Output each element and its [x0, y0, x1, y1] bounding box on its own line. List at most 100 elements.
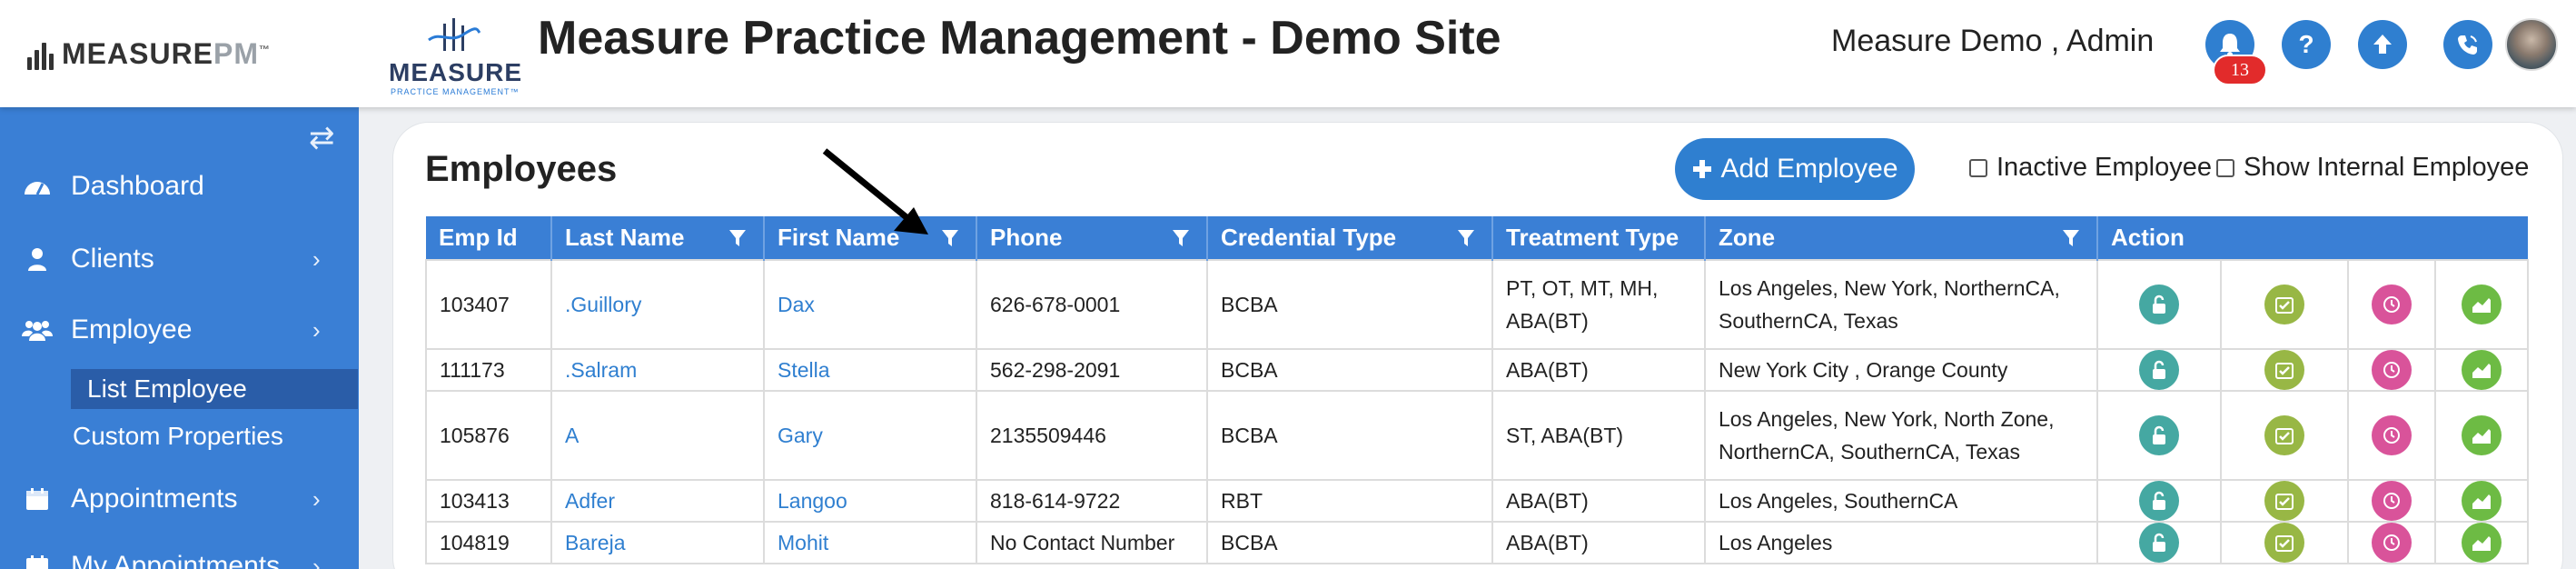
upload-button[interactable] — [2358, 20, 2407, 69]
zone-cell: Los Angeles, New York, North Zone, North… — [1704, 390, 2098, 481]
action-cell — [2096, 521, 2222, 564]
chart-icon[interactable] — [2462, 481, 2502, 521]
chart-icon[interactable] — [2462, 350, 2502, 390]
credential-cell: BCBA — [1206, 521, 1493, 564]
phone-cell: 626-678-0001 — [976, 259, 1208, 350]
sidebar-item-dashboard[interactable]: Dashboard — [0, 162, 359, 211]
user-icon — [22, 245, 53, 273]
column-header-phone[interactable]: Phone — [976, 216, 1208, 260]
table-row[interactable]: 103413 Adfer Langoo 818-614-9722 RBT ABA(BT) L… — [425, 479, 2530, 523]
table-row[interactable]: 111173 .Salram Stella 562-298-2091 BCBA ABA(B… — [425, 348, 2530, 392]
unlock-icon[interactable] — [2139, 415, 2179, 455]
checkbox-box[interactable] — [2216, 158, 2234, 177]
table-row[interactable]: 103407 .Guillory Dax 626-678-0001 BCBA PT, OT… — [425, 259, 2530, 350]
first-name-link[interactable]: Gary — [763, 390, 977, 481]
chart-icon[interactable] — [2462, 415, 2502, 455]
emp-id-cell: 105876 — [425, 390, 552, 481]
sidebar-item-my-appointments[interactable]: My Appointments › — [0, 542, 359, 569]
clock-icon[interactable] — [2372, 350, 2412, 390]
employees-table-body: 103407 .Guillory Dax 626-678-0001 BCBA PT, OT… — [425, 259, 2530, 564]
treatment-cell: ABA(BT) — [1491, 348, 1706, 392]
calendar-check-icon[interactable] — [2264, 415, 2304, 455]
chart-icon[interactable] — [2462, 523, 2502, 563]
emp-id-cell: 103407 — [425, 259, 552, 350]
table-row[interactable]: 105876 A Gary 2135509446 BCBA ST, ABA(BT) Los … — [425, 390, 2530, 481]
treatment-cell: ABA(BT) — [1491, 479, 1706, 523]
filter-icon[interactable] — [941, 228, 959, 248]
table-header-row: Emp Id Last Name First Name Phone Creden… — [426, 216, 2529, 260]
clock-icon[interactable] — [2372, 481, 2412, 521]
support-call-button[interactable] — [2443, 20, 2492, 69]
first-name-link[interactable]: Langoo — [763, 479, 977, 523]
user-name[interactable]: Measure Demo , Admin — [1831, 24, 2154, 59]
action-cell — [2433, 390, 2530, 481]
unlock-icon[interactable] — [2139, 523, 2179, 563]
sidebar-subitem-custom-properties[interactable]: Custom Properties — [73, 416, 283, 456]
filter-icon[interactable] — [2062, 228, 2080, 248]
checkbox-box[interactable] — [1969, 158, 1987, 177]
sidebar-item-appointments[interactable]: Appointments › — [0, 474, 359, 524]
sidebar-item-clients[interactable]: Clients › — [0, 235, 359, 284]
action-cell — [2096, 479, 2222, 523]
credential-cell: BCBA — [1206, 259, 1493, 350]
column-header-emp-id[interactable]: Emp Id — [426, 216, 552, 260]
last-name-link[interactable]: .Salram — [550, 348, 765, 392]
add-employee-button[interactable]: Add Employee — [1675, 138, 1915, 200]
unlock-icon[interactable] — [2139, 284, 2179, 324]
avatar[interactable] — [2505, 18, 2558, 71]
clock-icon[interactable] — [2372, 415, 2412, 455]
phone-cell: 818-614-9722 — [976, 479, 1208, 523]
checkbox-label: Show Internal Employee — [2244, 153, 2530, 182]
action-cell — [2347, 479, 2436, 523]
calendar-check-icon[interactable] — [2264, 481, 2304, 521]
last-name-link[interactable]: Adfer — [550, 479, 765, 523]
help-button[interactable]: ? — [2282, 20, 2331, 69]
column-header-treatment-type[interactable]: Treatment Type — [1492, 216, 1706, 260]
show-internal-employee-checkbox[interactable]: Show Internal Employee — [2216, 153, 2529, 183]
first-name-link[interactable]: Stella — [763, 348, 977, 392]
inactive-employee-checkbox[interactable]: Inactive Employee — [1969, 153, 2212, 183]
logo-mark-icon — [428, 18, 481, 51]
action-cell — [2347, 390, 2436, 481]
filter-icon[interactable] — [1457, 228, 1475, 248]
unlock-icon[interactable] — [2139, 350, 2179, 390]
calendar-icon — [22, 485, 53, 513]
sidebar-toggle-icon[interactable]: ⇄ — [309, 120, 335, 156]
last-name-link[interactable]: Bareja — [550, 521, 765, 564]
calendar-check-icon[interactable] — [2264, 523, 2304, 563]
annotation-arrow — [822, 148, 928, 235]
calendar-check-icon[interactable] — [2264, 284, 2304, 324]
logo-word: MEASURE — [389, 58, 523, 86]
top-header: MEASUREPM™ MEASURE PRACTICE MANAGEMENT™ … — [0, 0, 2576, 107]
sidebar-item-employee[interactable]: Employee › — [0, 305, 359, 354]
add-employee-label: Add Employee — [1720, 154, 1898, 184]
users-icon — [22, 316, 53, 344]
sidebar-subitem-list-employee[interactable]: List Employee — [71, 369, 358, 409]
column-header-action: Action — [2097, 216, 2529, 260]
chart-icon[interactable] — [2462, 284, 2502, 324]
plus-icon — [1693, 160, 1712, 178]
help-icon: ? — [2298, 30, 2314, 58]
column-header-credential-type[interactable]: Credential Type — [1207, 216, 1493, 260]
checkbox-label: Inactive Employee — [1996, 153, 2212, 182]
action-cell — [2220, 348, 2349, 392]
clock-icon[interactable] — [2372, 284, 2412, 324]
last-name-link[interactable]: A — [550, 390, 765, 481]
first-name-link[interactable]: Dax — [763, 259, 977, 350]
credential-cell: BCBA — [1206, 348, 1493, 392]
column-header-zone[interactable]: Zone — [1705, 216, 2098, 260]
brand-logo[interactable]: MEASUREPM™ — [24, 31, 271, 76]
unlock-icon[interactable] — [2139, 481, 2179, 521]
column-header-last-name[interactable]: Last Name — [551, 216, 765, 260]
last-name-link[interactable]: .Guillory — [550, 259, 765, 350]
clock-icon[interactable] — [2372, 523, 2412, 563]
emp-id-cell: 104819 — [425, 521, 552, 564]
filter-icon[interactable] — [1172, 228, 1190, 248]
filter-icon[interactable] — [728, 228, 747, 248]
chevron-right-icon: › — [312, 245, 321, 273]
calendar-check-icon[interactable] — [2264, 350, 2304, 390]
first-name-link[interactable]: Mohit — [763, 521, 977, 564]
action-cell — [2433, 521, 2530, 564]
sidebar: ⇄ Dashboard Clients › Employee › List Em… — [0, 107, 359, 569]
table-row[interactable]: 104819 Bareja Mohit No Contact Number BCBA AB… — [425, 521, 2530, 564]
